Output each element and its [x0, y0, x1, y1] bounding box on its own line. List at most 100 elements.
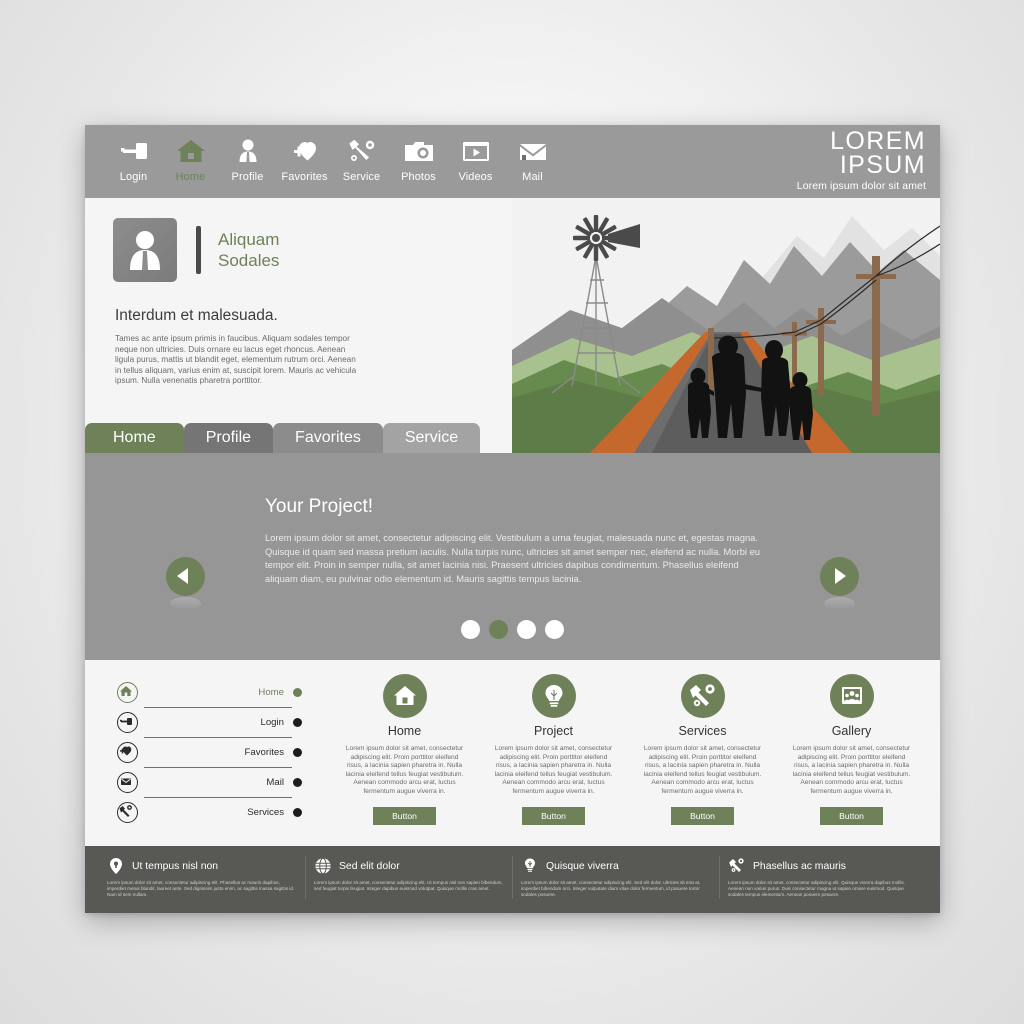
intro-heading: Interdum et malesuada.: [115, 307, 278, 324]
card-button[interactable]: Button: [820, 806, 883, 825]
content-tabs: Home Profile Favorites Service: [85, 423, 481, 453]
wrench-gear-icon: [117, 802, 138, 823]
card-button[interactable]: Button: [373, 806, 436, 825]
envelope-icon: [117, 772, 138, 793]
feature-card-project: Project Lorem ipsum dolor sit amet, cons…: [479, 674, 628, 825]
card-title: Services: [678, 724, 727, 738]
envelope-icon: [504, 131, 561, 164]
footer-title: Quisque viverra: [546, 860, 619, 872]
nav-item-home[interactable]: Home: [162, 131, 219, 183]
hero-illustration: [512, 198, 940, 453]
quick-link-mail[interactable]: Mail: [117, 768, 302, 797]
nav-label: Mail: [522, 171, 543, 183]
wrench-gear-icon: [728, 857, 746, 875]
quick-link-label: Favorites: [244, 747, 284, 758]
nav-item-favorites[interactable]: Favorites: [276, 131, 333, 183]
footer-column-header: Quisque viverra: [521, 856, 711, 876]
heart-plus-icon: [276, 131, 333, 164]
tab-favorites[interactable]: Favorites: [273, 423, 383, 453]
brand-line-1: LOREM: [830, 127, 926, 155]
site-header: Login Home Profile Favorites Service Pho…: [85, 125, 940, 198]
arrow-reflection: [824, 597, 855, 610]
main-navigation: Login Home Profile Favorites Service Pho…: [105, 131, 561, 183]
site-footer: Ut tempus nisl non Lorem ipsum dolor sit…: [85, 846, 940, 913]
website-mockup: Login Home Profile Favorites Service Pho…: [85, 125, 940, 913]
wrench-gear-icon: [333, 131, 390, 164]
quick-link-home[interactable]: Home: [117, 678, 302, 707]
nav-label: Login: [119, 171, 148, 183]
nav-item-login[interactable]: Login: [105, 131, 162, 183]
tab-service[interactable]: Service: [382, 423, 481, 453]
card-title: Project: [534, 724, 573, 738]
card-body: Lorem ipsum dolor sit amet, consectetur …: [494, 745, 613, 795]
tab-profile[interactable]: Profile: [183, 423, 274, 453]
card-body: Lorem ipsum dolor sit amet, consectetur …: [643, 745, 762, 795]
quick-link-services[interactable]: Services: [117, 798, 302, 827]
nav-label: Service: [342, 171, 381, 183]
status-dot: [293, 688, 302, 697]
footer-columns: Ut tempus nisl non Lorem ipsum dolor sit…: [99, 856, 926, 899]
footer-column-1: Ut tempus nisl non Lorem ipsum dolor sit…: [99, 856, 305, 899]
intro-paragraph: Tames ac ante ipsum primis in faucibus. …: [115, 334, 357, 386]
quick-link-label: Login: [260, 717, 284, 728]
intro-block: Aliquam Sodales Interdum et malesuada. T…: [113, 218, 503, 387]
quick-links-list: Home Login Favorites Mail Services: [117, 678, 302, 827]
chevron-right-icon: [835, 568, 846, 584]
card-button[interactable]: Button: [522, 806, 585, 825]
slider-prev-button[interactable]: [166, 557, 205, 610]
status-dot: [293, 778, 302, 787]
status-dot: [293, 748, 302, 757]
card-title: Home: [387, 724, 422, 738]
chevron-left-icon: [177, 568, 188, 584]
nav-item-mail[interactable]: Mail: [504, 131, 561, 183]
card-button[interactable]: Button: [671, 806, 734, 825]
card-title: Gallery: [831, 724, 872, 738]
nav-item-photos[interactable]: Photos: [390, 131, 447, 183]
quick-link-label: Home: [258, 687, 284, 698]
nav-item-videos[interactable]: Videos: [447, 131, 504, 183]
key-icon: [105, 131, 162, 164]
gallery-icon: [829, 674, 874, 718]
intro-header: Aliquam Sodales: [113, 218, 503, 282]
feature-cards: Home Lorem ipsum dolor sit amet, consect…: [330, 674, 926, 825]
footer-body: Lorem ipsum dolor sit amet, consectetur …: [521, 880, 701, 898]
lightbulb-icon: [531, 674, 576, 718]
location-pin-icon: [107, 857, 125, 875]
quick-link-login[interactable]: Login: [117, 708, 302, 737]
footer-title: Sed elit dolor: [339, 860, 400, 872]
slider-dot-2[interactable]: [489, 620, 508, 639]
nav-item-service[interactable]: Service: [333, 131, 390, 183]
video-player-icon: [447, 131, 504, 164]
key-icon: [117, 712, 138, 733]
nav-label: Photos: [401, 171, 436, 183]
slider-dot-4[interactable]: [545, 620, 564, 639]
footer-body: Lorem ipsum dolor sit amet, consectetur …: [314, 880, 503, 892]
brand-tagline: Lorem ipsum dolor sit amet: [796, 180, 926, 192]
nav-item-profile[interactable]: Profile: [219, 131, 276, 183]
avatar: [113, 218, 177, 282]
house-icon: [382, 674, 427, 718]
site-logo[interactable]: LOREM IPSUM Lorem ipsum dolor sit amet: [796, 127, 926, 193]
tab-home[interactable]: Home: [85, 423, 184, 453]
feature-card-services: Services Lorem ipsum dolor sit amet, con…: [628, 674, 777, 825]
profile-name-line-2: Sodales: [218, 251, 280, 270]
globe-icon: [314, 857, 332, 875]
slider-next-button[interactable]: [820, 557, 859, 610]
slider-section: Your Project! Lorem ipsum dolor sit amet…: [85, 453, 940, 660]
slider-dot-3[interactable]: [517, 620, 536, 639]
slider-dot-1[interactable]: [461, 620, 480, 639]
house-icon: [162, 131, 219, 164]
card-body: Lorem ipsum dolor sit amet, consectetur …: [345, 745, 464, 795]
brand-line-2: IPSUM: [839, 151, 926, 179]
slider-body: Lorem ipsum dolor sit amet, consectetur …: [265, 532, 761, 584]
intro-band: Aliquam Sodales Interdum et malesuada. T…: [85, 198, 940, 453]
arrow-reflection: [170, 597, 201, 610]
status-dot: [293, 808, 302, 817]
card-body: Lorem ipsum dolor sit amet, consectetur …: [792, 745, 911, 795]
footer-column-header: Sed elit dolor: [314, 856, 504, 876]
camera-icon: [390, 131, 447, 164]
feature-card-home: Home Lorem ipsum dolor sit amet, consect…: [330, 674, 479, 825]
quick-link-label: Mail: [266, 777, 284, 788]
quick-link-favorites[interactable]: Favorites: [117, 738, 302, 767]
footer-title: Phasellus ac mauris: [753, 860, 846, 872]
